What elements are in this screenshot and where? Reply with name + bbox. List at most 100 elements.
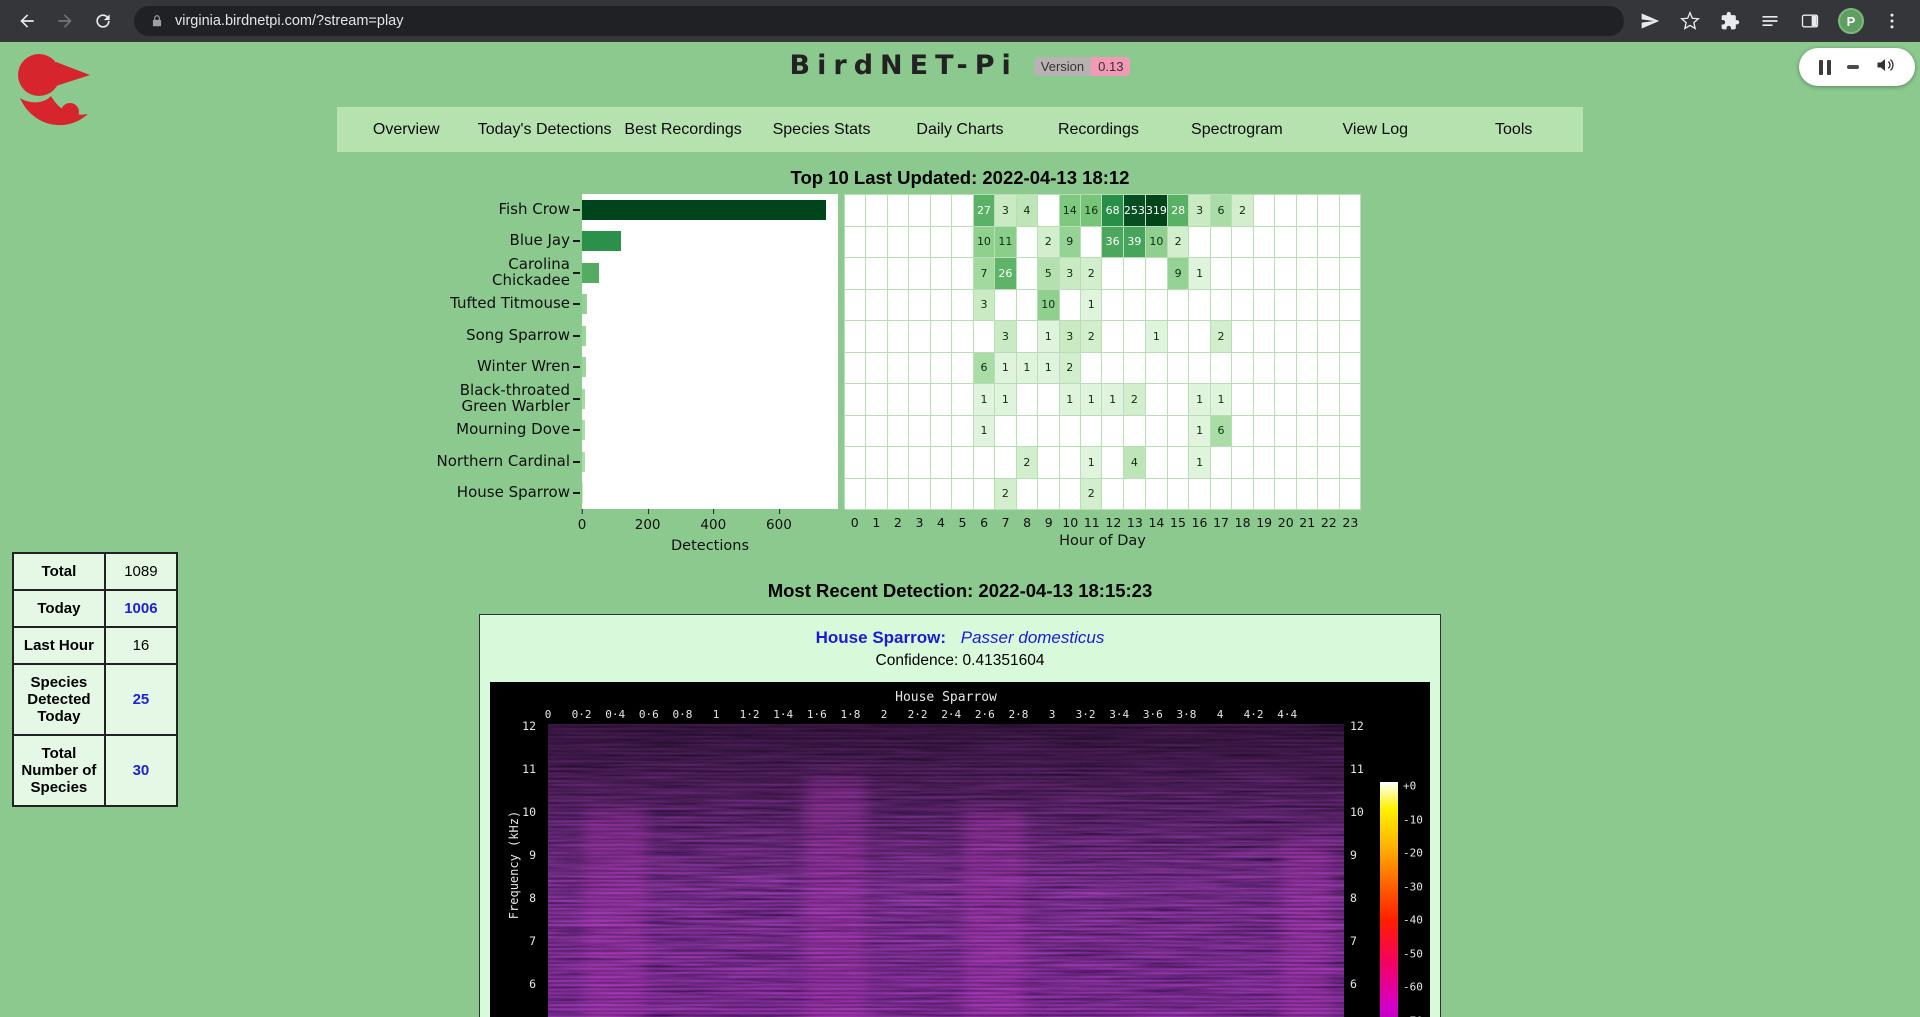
heatmap-cell xyxy=(866,227,887,259)
heatmap-cell: 1 xyxy=(995,353,1016,385)
side-panel-icon[interactable] xyxy=(1798,9,1822,33)
heatmap-cell xyxy=(1038,479,1059,511)
heatmap-cell: 1 xyxy=(1189,258,1210,290)
stat-label: Last Hour xyxy=(13,627,105,664)
reload-icon[interactable] xyxy=(86,4,120,38)
stat-value[interactable]: 1006 xyxy=(105,590,177,627)
spec-freq-tick: 10 xyxy=(1350,805,1364,819)
spec-time-tick: 1·6 xyxy=(807,708,827,721)
heatmap-cell: 2 xyxy=(1060,353,1081,385)
stat-label: Total Number of Species xyxy=(13,735,105,806)
hour-axis-tick: 14 xyxy=(1146,515,1168,530)
seek-dash[interactable] xyxy=(1847,65,1859,69)
heatmap-cell xyxy=(888,384,909,416)
heatmap-cell xyxy=(1254,258,1275,290)
heatmap-cell xyxy=(1297,195,1318,227)
detection-species-link[interactable]: House Sparrow: xyxy=(816,628,946,647)
extensions-icon[interactable] xyxy=(1718,9,1742,33)
heatmap-cell xyxy=(1275,290,1296,322)
heatmap-cell xyxy=(931,258,952,290)
stat-value: 1089 xyxy=(105,553,177,590)
nav-item-tools[interactable]: Tools xyxy=(1445,107,1583,152)
nav-item-overview[interactable]: Overview xyxy=(337,107,475,152)
heatmap-cell xyxy=(931,195,952,227)
bookmark-star-icon[interactable] xyxy=(1678,9,1702,33)
stat-label: Today xyxy=(13,590,105,627)
nav-item-daily-charts[interactable]: Daily Charts xyxy=(891,107,1029,152)
heatmap-cell xyxy=(1146,353,1168,385)
heatmap-cell: 1 xyxy=(974,416,995,448)
heatmap-cell xyxy=(1232,227,1253,259)
heatmap-cell: 1 xyxy=(1211,384,1232,416)
bar-axis: 0200400600 xyxy=(582,509,838,535)
spec-freq-tick: 7 xyxy=(529,934,536,948)
nav-item-today-s-detections[interactable]: Today's Detections xyxy=(475,107,613,152)
reading-list-icon[interactable] xyxy=(1758,9,1782,33)
colorbar-tick: -50 xyxy=(1403,947,1423,960)
heatmap-cell xyxy=(1017,258,1038,290)
spec-time-tick: 0 xyxy=(545,708,552,721)
heatmap-cell xyxy=(1254,447,1275,479)
category-tick xyxy=(570,478,582,510)
menu-kebab-icon[interactable] xyxy=(1880,9,1904,33)
hour-axis-tick: 18 xyxy=(1232,515,1254,530)
heatmap-cell xyxy=(888,195,909,227)
spec-time-tick: 0·8 xyxy=(672,708,692,721)
hour-axis-tick: 15 xyxy=(1167,515,1189,530)
nav-item-spectrogram[interactable]: Spectrogram xyxy=(1168,107,1306,152)
spec-time-tick: 2·4 xyxy=(941,708,961,721)
heatmap-cell xyxy=(1211,290,1232,322)
address-bar[interactable]: virginia.birdnetpi.com/?stream=play xyxy=(134,6,1624,36)
heatmap-cell xyxy=(1146,258,1168,290)
send-icon[interactable] xyxy=(1638,9,1662,33)
category-ticks xyxy=(570,194,582,554)
pause-icon[interactable] xyxy=(1819,60,1831,75)
hour-axis-tick: 21 xyxy=(1296,515,1318,530)
stat-value[interactable]: 30 xyxy=(105,735,177,806)
spec-time-tick: 2·2 xyxy=(908,708,928,721)
heatmap-cell: 2 xyxy=(1081,479,1102,511)
heatmap-cell xyxy=(909,258,930,290)
nav-item-species-stats[interactable]: Species Stats xyxy=(752,107,890,152)
heatmap-cell xyxy=(1297,384,1318,416)
detection-bar xyxy=(582,483,583,503)
lock-icon[interactable] xyxy=(148,12,166,30)
heatmap-cell: 2 xyxy=(1168,227,1189,259)
species-label: Tufted Titmouse xyxy=(430,289,570,321)
heatmap-cell: 6 xyxy=(1211,416,1232,448)
heatmap-cell xyxy=(1146,416,1168,448)
heatmap-cell xyxy=(1275,447,1296,479)
heatmap-cell xyxy=(888,479,909,511)
forward-icon[interactable] xyxy=(48,4,82,38)
stat-value[interactable]: 25 xyxy=(105,664,177,735)
profile-avatar[interactable]: P xyxy=(1838,8,1864,34)
heatmap-cell xyxy=(1275,321,1296,353)
heatmap-cell xyxy=(1124,321,1146,353)
nav-item-best-recordings[interactable]: Best Recordings xyxy=(614,107,752,152)
heatmap-cell xyxy=(909,416,930,448)
heatmap-cell xyxy=(1275,258,1296,290)
spectrogram: House Sparrow 00·20·40·60·811·21·41·61·8… xyxy=(490,682,1430,1017)
hour-axis-label: Hour of Day xyxy=(844,530,1361,549)
volume-icon[interactable] xyxy=(1875,55,1895,80)
hour-axis-tick: 3 xyxy=(909,515,931,530)
colorbar-tick: -20 xyxy=(1403,847,1423,860)
spec-freq-tick: 9 xyxy=(1350,848,1357,862)
detection-scientific-name[interactable]: Passer domesticus xyxy=(961,628,1105,647)
bar-row xyxy=(582,194,838,226)
heatmap-cell xyxy=(1017,227,1038,259)
back-icon[interactable] xyxy=(10,4,44,38)
heatmap-cell xyxy=(952,416,973,448)
nav-item-recordings[interactable]: Recordings xyxy=(1029,107,1167,152)
version-badge-label: Version xyxy=(1034,57,1091,76)
heatmap-cell: 2 xyxy=(1081,258,1102,290)
nav-item-view-log[interactable]: View Log xyxy=(1306,107,1444,152)
heatmap-cell xyxy=(909,447,930,479)
heatmap-cell xyxy=(1038,447,1059,479)
heatmap-cell xyxy=(1297,479,1318,511)
heatmap-cell: 9 xyxy=(1168,258,1189,290)
heatmap-cell xyxy=(1102,353,1123,385)
stats-table-body: Total1089Today1006Last Hour16Species Det… xyxy=(13,553,177,806)
hour-axis-tick: 1 xyxy=(866,515,888,530)
heatmap-cell xyxy=(1189,290,1210,322)
